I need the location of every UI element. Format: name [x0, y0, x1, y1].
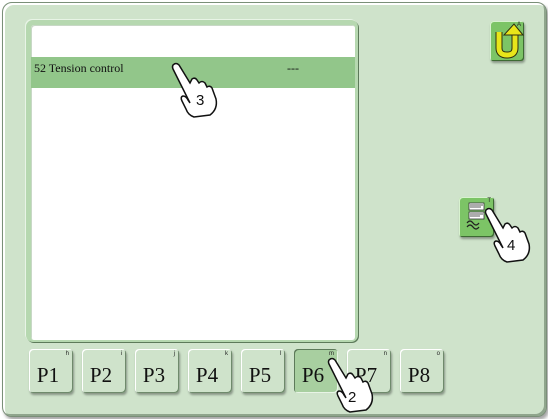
shortcut-key: k [225, 351, 228, 357]
callout-number: 2 [348, 389, 356, 406]
callout-number: 4 [507, 237, 515, 254]
shortcut-key: o [436, 351, 440, 357]
tab-p8[interactable]: P8 o [400, 349, 444, 393]
u-turn-arrow-icon [495, 23, 524, 59]
tab-label: P1 [36, 362, 60, 387]
back-button[interactable]: A [490, 21, 524, 61]
shortcut-key: n [383, 351, 387, 357]
tab-label: P6 [301, 362, 325, 387]
shortcut-key: h [65, 351, 69, 357]
callout-number: 3 [196, 92, 204, 109]
tab-p4[interactable]: P4 k [188, 349, 232, 393]
parameter-name: 52 Tension control [34, 61, 124, 75]
hand-pointer-icon: 4 [484, 207, 531, 263]
shortcut-key: l [279, 351, 281, 357]
parameter-value: --- [287, 61, 299, 75]
shortcut-key: i [120, 351, 122, 357]
tab-p1[interactable]: P1 h [29, 349, 73, 393]
tab-p5[interactable]: P5 l [241, 349, 285, 393]
tab-p3[interactable]: P3 j [135, 349, 179, 393]
tab-p2[interactable]: P2 i [82, 349, 126, 393]
tab-label: P3 [142, 362, 166, 387]
tab-label: P4 [195, 362, 219, 387]
tab-label: P8 [407, 362, 431, 387]
shortcut-key: j [173, 351, 175, 357]
machine-screen: 52 Tension control --- P1 h P2 i P3 j P4… [0, 0, 548, 419]
tab-label: P2 [89, 362, 113, 387]
hand-pointer-icon: 2 [327, 357, 374, 413]
hand-pointer-icon: 3 [171, 62, 218, 118]
tab-label: P5 [248, 362, 272, 387]
